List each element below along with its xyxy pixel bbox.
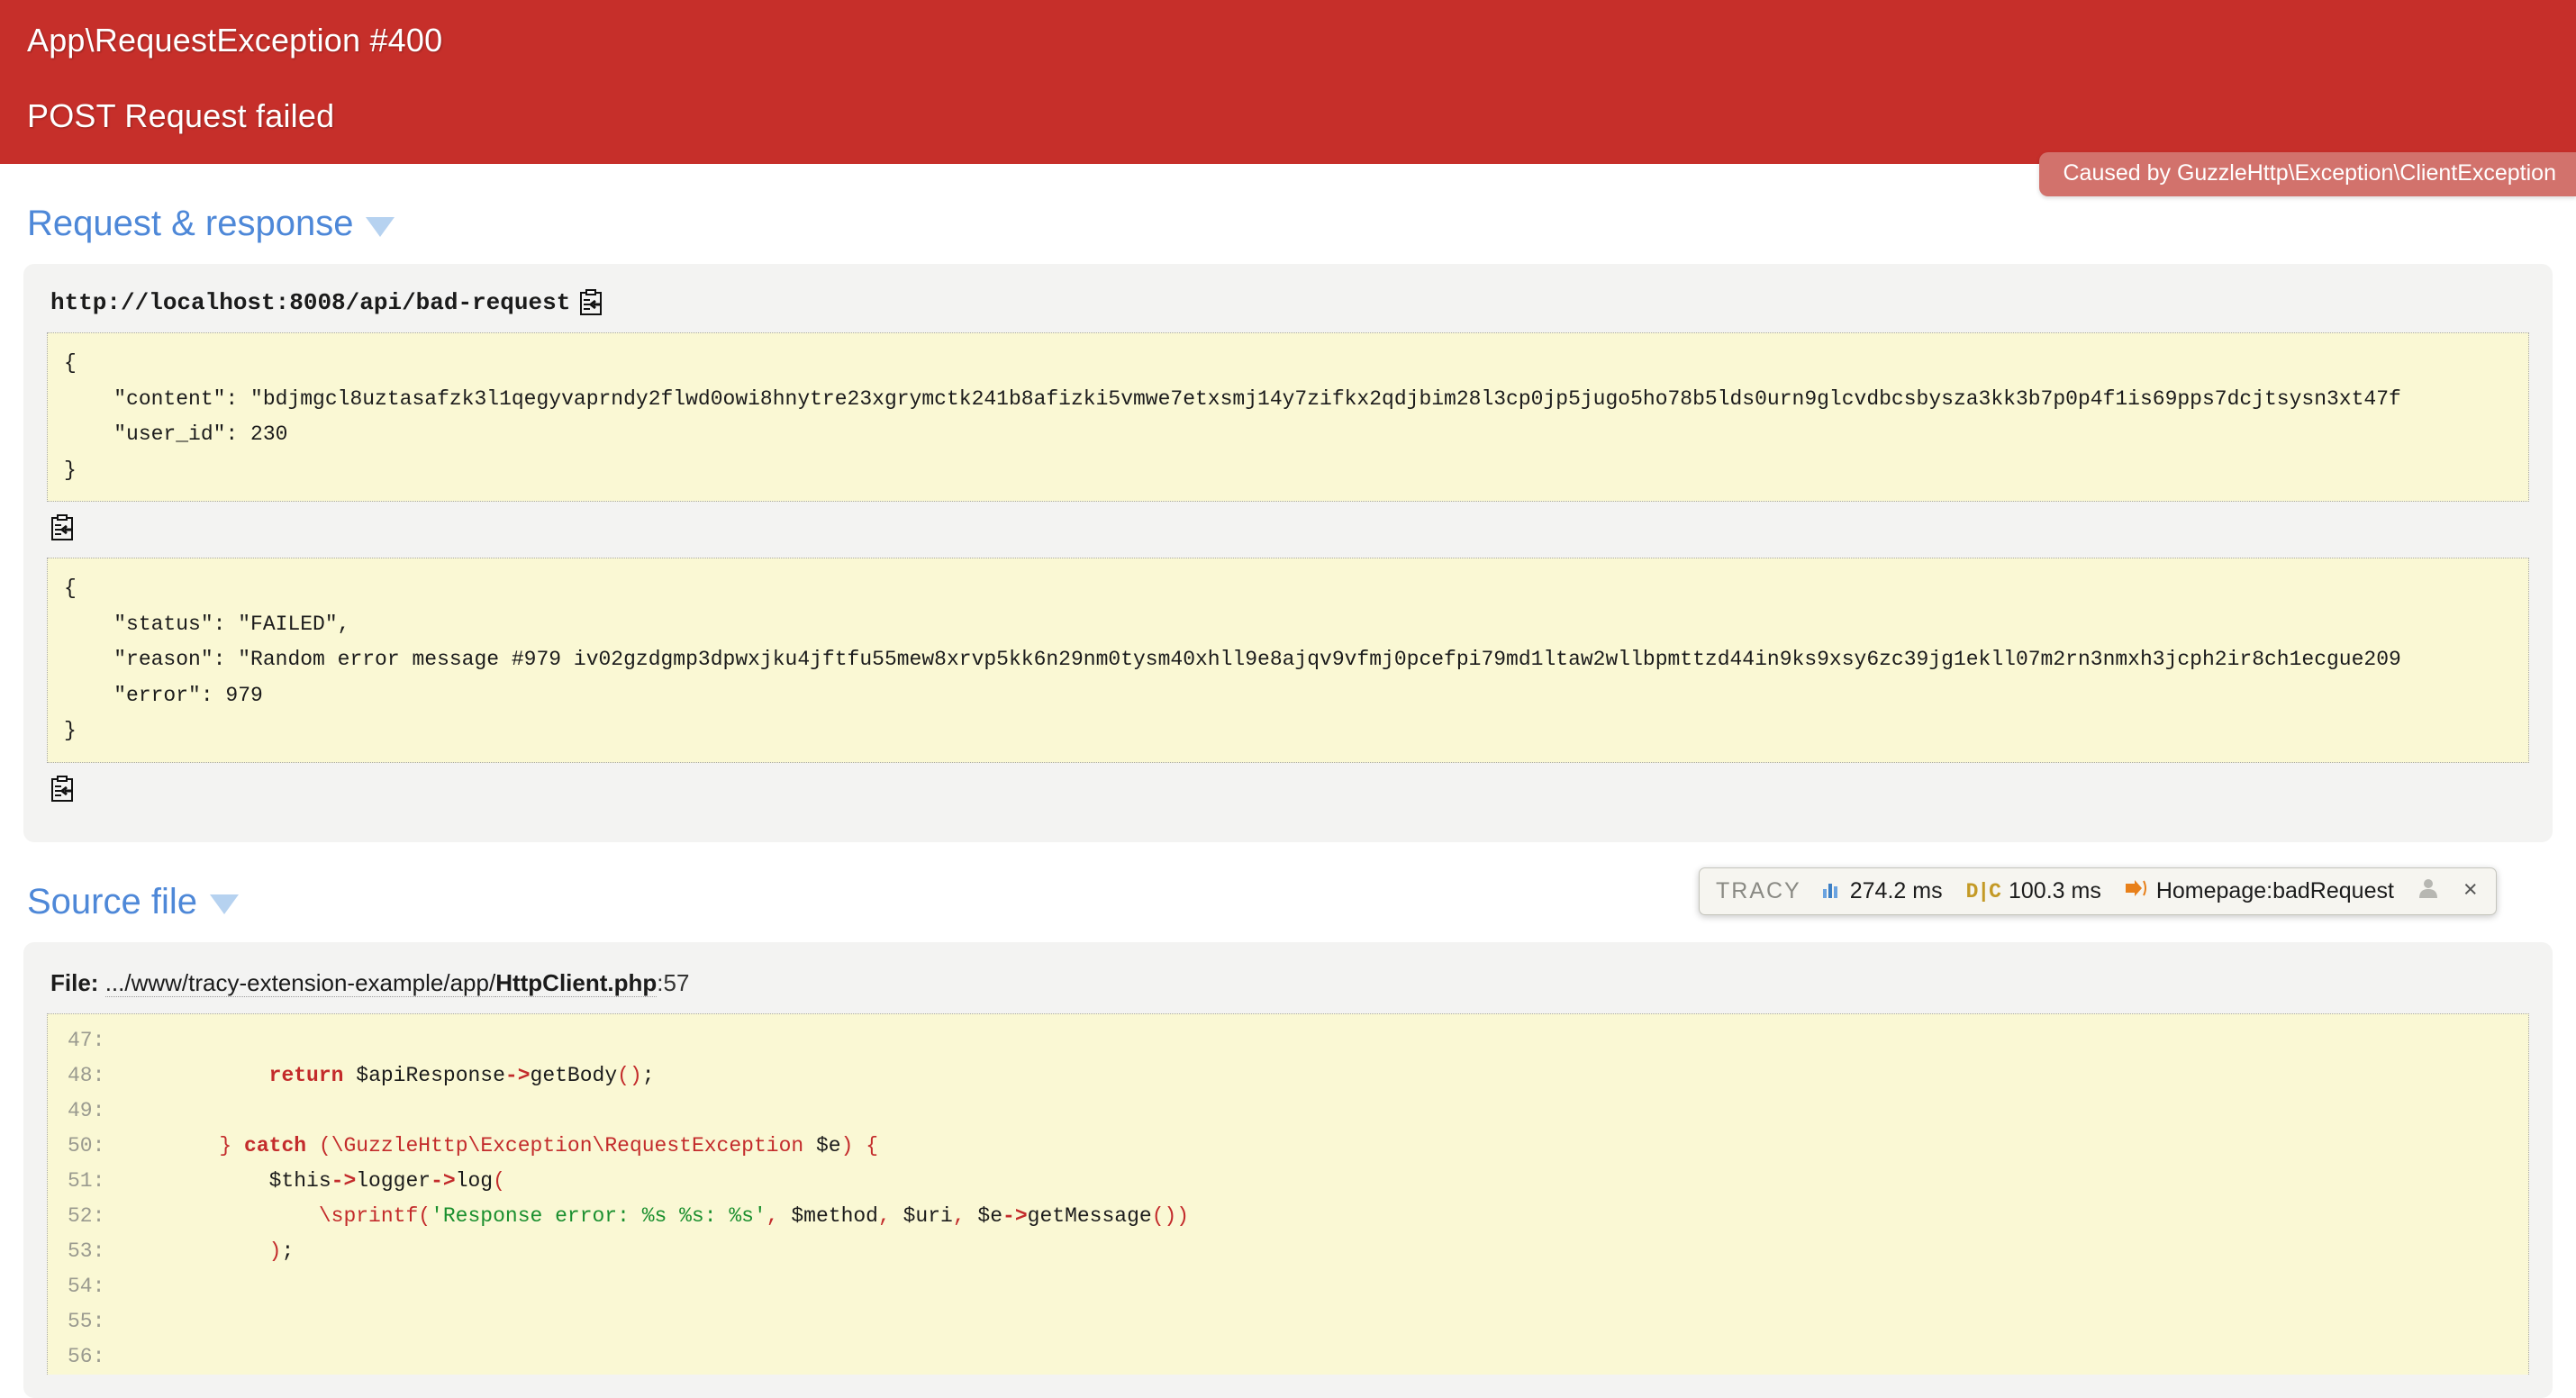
source-file-panel: File: .../www/tracy-extension-example/ap… bbox=[23, 942, 2553, 1398]
source-code-listing: 47: 48: return $apiResponse->getBody(); … bbox=[47, 1013, 2529, 1375]
clipboard-copy-icon[interactable] bbox=[50, 514, 74, 541]
tracy-time-label: 274.2 ms bbox=[1850, 878, 1943, 904]
code-line: 54: bbox=[48, 1269, 2528, 1304]
chevron-down-icon[interactable] bbox=[366, 217, 395, 237]
code-line: 51: $this->logger->log( bbox=[48, 1164, 2528, 1199]
request-response-section: Request & response http://localhost:8008… bbox=[0, 204, 2576, 842]
line-number: 52: bbox=[68, 1199, 120, 1234]
tracy-route-label: Homepage:badRequest bbox=[2156, 878, 2394, 904]
tracy-user-panel[interactable] bbox=[2406, 872, 2451, 911]
dic-icon: D|C bbox=[1966, 880, 2000, 903]
error-header: App\RequestException #400 POST Request f… bbox=[0, 0, 2576, 164]
caused-by-badge[interactable]: Caused by GuzzleHttp\Exception\ClientExc… bbox=[2039, 152, 2576, 196]
tracy-time-panel[interactable]: 274.2 ms bbox=[1810, 873, 1955, 910]
source-file-section: Source file File: .../www/tracy-extensio… bbox=[0, 882, 2576, 1398]
tracy-route-panel[interactable]: Homepage:badRequest bbox=[2113, 873, 2406, 910]
request-url: http://localhost:8008/api/bad-request bbox=[50, 289, 570, 316]
line-number: 55: bbox=[68, 1304, 120, 1339]
request-response-panel: http://localhost:8008/api/bad-request { … bbox=[23, 264, 2553, 842]
file-path-row: File: .../www/tracy-extension-example/ap… bbox=[50, 969, 2529, 997]
request-response-heading-label: Request & response bbox=[27, 204, 353, 244]
error-page: App\RequestException #400 POST Request f… bbox=[0, 0, 2576, 1398]
exception-message: POST Request failed bbox=[27, 97, 2576, 135]
chevron-down-icon[interactable] bbox=[210, 894, 239, 914]
clipboard-copy-icon[interactable] bbox=[50, 776, 74, 803]
user-icon bbox=[2417, 877, 2439, 905]
clipboard-copy-icon[interactable] bbox=[579, 289, 603, 316]
line-number: 51: bbox=[68, 1164, 120, 1199]
line-number: 49: bbox=[68, 1094, 120, 1129]
line-number: 47: bbox=[68, 1023, 120, 1058]
file-line-number: :57 bbox=[657, 969, 689, 996]
code-line: 52: \sprintf('Response error: %s %s: %s'… bbox=[48, 1199, 2528, 1234]
file-name[interactable]: HttpClient.php bbox=[495, 969, 657, 997]
request-body-json: { "content": "bdjmgcl8uztasafzk3l1qegyva… bbox=[47, 332, 2529, 502]
response-body-json: { "status": "FAILED", "reason": "Random … bbox=[47, 558, 2529, 763]
tracy-dic-panel[interactable]: D|C 100.3 ms bbox=[1955, 873, 2113, 910]
line-number: 53: bbox=[68, 1234, 120, 1269]
code-line: 56: bbox=[48, 1339, 2528, 1375]
file-label: File: bbox=[50, 969, 98, 996]
tracy-logo[interactable]: TRACY bbox=[1705, 873, 1810, 910]
code-line: 48: return $apiResponse->getBody(); bbox=[48, 1058, 2528, 1094]
tracy-debug-bar[interactable]: TRACY 274.2 ms D|C 100.3 ms H bbox=[1699, 867, 2497, 915]
code-line: 50: } catch (\GuzzleHttp\Exception\Reque… bbox=[48, 1129, 2528, 1164]
response-copy-row bbox=[50, 776, 2529, 804]
code-line: 47: bbox=[48, 1023, 2528, 1058]
code-line: 53: ); bbox=[48, 1234, 2528, 1269]
line-number: 48: bbox=[68, 1058, 120, 1094]
source-file-heading-label: Source file bbox=[27, 882, 197, 922]
file-directory[interactable]: .../www/tracy-extension-example/app/ bbox=[105, 969, 496, 997]
tracy-close-button[interactable]: × bbox=[2451, 872, 2490, 911]
code-line: 49: bbox=[48, 1094, 2528, 1129]
line-number: 56: bbox=[68, 1339, 120, 1375]
request-copy-row bbox=[50, 514, 2529, 543]
exception-title: App\RequestException #400 bbox=[27, 22, 2576, 59]
request-url-row: http://localhost:8008/api/bad-request bbox=[50, 289, 2529, 316]
code-line: 55: bbox=[48, 1304, 2528, 1339]
tracy-dic-label: 100.3 ms bbox=[2009, 878, 2101, 904]
orange-arrow-icon bbox=[2125, 878, 2148, 904]
request-response-heading[interactable]: Request & response bbox=[27, 204, 395, 244]
line-number: 50: bbox=[68, 1129, 120, 1164]
source-file-heading[interactable]: Source file bbox=[27, 882, 239, 922]
line-number: 54: bbox=[68, 1269, 120, 1304]
bar-chart-icon bbox=[1822, 878, 1842, 904]
